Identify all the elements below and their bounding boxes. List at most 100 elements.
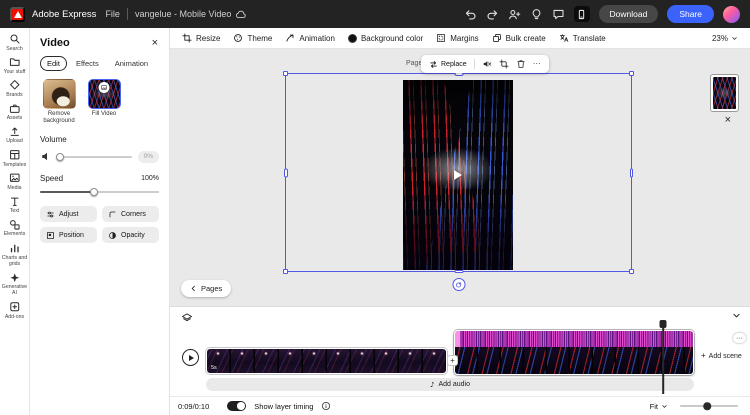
more-options-button[interactable]: ··· <box>533 60 541 68</box>
timeline-zoom-fit-dropdown[interactable]: Fit <box>650 402 668 411</box>
rail-item-media[interactable]: Media <box>0 172 30 191</box>
ideas-button[interactable] <box>530 8 543 21</box>
volume-value-chip[interactable]: 0% <box>138 151 159 163</box>
resize-handle-left[interactable] <box>284 168 288 177</box>
tab-effects[interactable]: Effects <box>69 56 106 71</box>
opacity-button[interactable]: Opacity <box>102 227 159 243</box>
rail-item-search[interactable]: Search <box>0 33 30 52</box>
rail-item-brands[interactable]: Brands <box>0 79 30 98</box>
chevron-down-icon <box>661 403 668 410</box>
pages-button[interactable]: Pages <box>181 280 231 297</box>
chevron-down-icon <box>732 311 741 320</box>
timeline-zoom-knob[interactable] <box>704 402 712 410</box>
zoom-level-dropdown[interactable]: 23% <box>712 34 738 43</box>
theme-tool[interactable]: Theme <box>233 33 272 43</box>
speed-slider[interactable] <box>40 191 159 193</box>
rail-item-generative-ai[interactable]: Generative AI <box>0 272 30 297</box>
folder-icon <box>9 56 21 68</box>
translate-tool[interactable]: Translate <box>559 33 606 43</box>
adjust-button[interactable]: Adjust <box>40 206 97 222</box>
info-icon <box>321 401 331 411</box>
rail-item-your-stuff[interactable]: Your stuff <box>0 56 30 75</box>
bulk-create-tool[interactable]: Bulk create <box>492 33 546 43</box>
redo-icon <box>486 8 499 21</box>
tab-edit[interactable]: Edit <box>40 56 67 71</box>
resize-handle-bottom-left[interactable] <box>283 269 288 274</box>
clip-more-options-button[interactable]: ··· <box>733 333 746 343</box>
close-panel-button[interactable]: × <box>725 115 731 126</box>
selection-box[interactable] <box>285 73 632 272</box>
timeline-play-button[interactable] <box>182 349 199 366</box>
resize-handle-bottom-right[interactable] <box>629 269 634 274</box>
crop-button[interactable] <box>499 59 509 69</box>
fill-video-option[interactable]: Fill Video <box>85 79 123 125</box>
bulk-create-icon <box>492 33 502 43</box>
resize-handle-bottom[interactable] <box>454 270 463 274</box>
playhead[interactable] <box>659 320 667 394</box>
speed-label: Speed <box>40 174 63 183</box>
rotate-handle[interactable] <box>452 278 465 291</box>
comments-button[interactable] <box>552 8 565 21</box>
mute-button[interactable] <box>482 59 492 69</box>
background-color-tool[interactable]: Background color <box>348 34 423 43</box>
video-panel: Video × Edit Effects Animation Remove ba… <box>30 28 170 415</box>
layers-toggle-button[interactable] <box>181 312 193 324</box>
mobile-preview-button[interactable] <box>574 6 590 22</box>
rail-item-assets[interactable]: Assets <box>0 103 30 122</box>
user-avatar[interactable] <box>723 6 740 23</box>
download-button[interactable]: Download <box>599 5 659 23</box>
timeline-zoom-slider[interactable] <box>680 405 738 407</box>
resize-handle-right[interactable] <box>630 168 634 177</box>
panel-close-button[interactable]: × <box>151 38 159 49</box>
rail-item-upload[interactable]: Upload <box>0 126 30 145</box>
document-title: vangelue - Mobile Video <box>135 9 231 19</box>
margins-tool[interactable]: Margins <box>436 33 478 43</box>
undo-button[interactable] <box>464 8 477 21</box>
document-title-wrap[interactable]: vangelue - Mobile Video <box>135 9 246 20</box>
insert-scene-button[interactable]: + <box>447 355 458 366</box>
scene-1-clip[interactable]: 5s <box>206 348 447 374</box>
speed-slider-knob[interactable] <box>90 188 98 196</box>
corners-button[interactable]: Corners <box>102 206 159 222</box>
adobe-express-logo-icon[interactable] <box>10 7 25 22</box>
share-button[interactable]: Share <box>667 5 714 23</box>
page-label: Page <box>406 60 422 67</box>
search-icon <box>9 33 21 45</box>
resize-handle-top-left[interactable] <box>283 71 288 76</box>
image-icon <box>101 84 108 91</box>
scene-2-video-track[interactable] <box>455 347 693 375</box>
tab-animation[interactable]: Animation <box>108 56 155 71</box>
rail-item-text[interactable]: Text <box>0 196 30 215</box>
replace-button[interactable]: Replace <box>429 60 467 69</box>
redo-button[interactable] <box>486 8 499 21</box>
file-menu[interactable]: File <box>105 9 120 19</box>
remove-background-option[interactable]: Remove background <box>40 79 78 125</box>
add-person-icon <box>508 8 521 21</box>
layer-timing-toggle[interactable] <box>227 401 246 412</box>
rail-item-charts-grids[interactable]: Charts and grids <box>0 242 30 267</box>
volume-slider-knob[interactable] <box>56 153 64 161</box>
fill-video-badge <box>99 82 110 93</box>
speaker-icon[interactable] <box>40 150 53 163</box>
info-button[interactable] <box>321 401 331 411</box>
page-thumbnail[interactable] <box>710 74 739 112</box>
time-indicator: 0:09/0:10 <box>178 402 209 411</box>
delete-button[interactable] <box>516 59 526 69</box>
animation-tool[interactable]: Animation <box>285 33 335 43</box>
play-icon <box>189 355 194 361</box>
resize-tool[interactable]: Resize <box>182 33 220 43</box>
scene-2-audio-track[interactable] <box>455 331 693 347</box>
position-button[interactable]: Position <box>40 227 97 243</box>
resize-handle-top-right[interactable] <box>629 71 634 76</box>
canvas-area[interactable]: Page Replace ··· Pages <box>170 49 750 306</box>
rail-item-add-ons[interactable]: Add-ons <box>0 301 30 320</box>
rail-item-elements[interactable]: Elements <box>0 219 30 238</box>
invite-collaborators-button[interactable] <box>508 8 521 21</box>
add-audio-button[interactable]: ♪Add audio <box>206 378 694 391</box>
volume-slider[interactable] <box>59 156 132 158</box>
scene-2-clip-selected[interactable] <box>454 330 694 375</box>
timeline-collapse-button[interactable] <box>732 311 741 320</box>
add-scene-button[interactable]: +Add scene <box>701 352 742 360</box>
phone-icon <box>576 9 587 20</box>
rail-item-templates[interactable]: Templates <box>0 149 30 168</box>
